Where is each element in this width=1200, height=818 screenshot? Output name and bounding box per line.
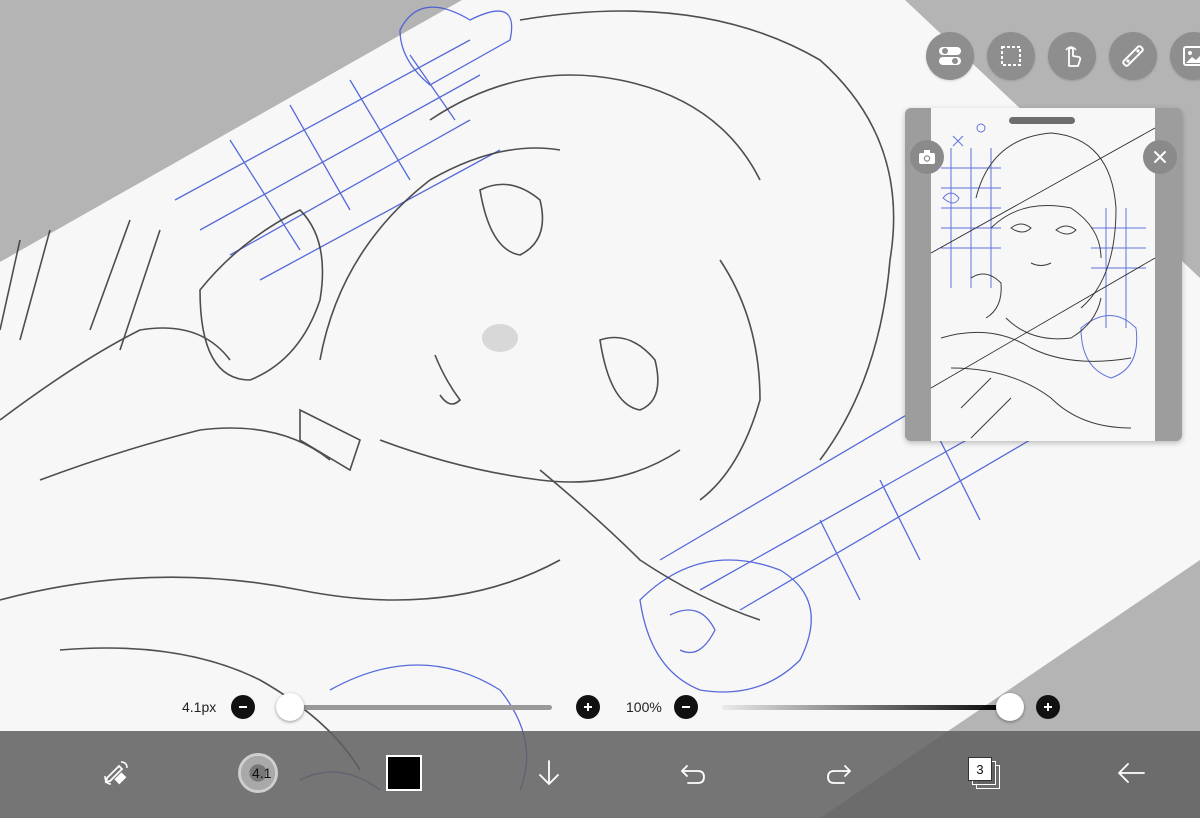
bottom-toolbar: 4.1 3	[0, 731, 1200, 818]
brush-size-slider-knob[interactable]	[276, 693, 305, 721]
ruler-icon	[1122, 45, 1144, 67]
close-icon	[1154, 151, 1166, 163]
drawing-canvas[interactable]: 4.1px 100% 4.1 3	[0, 0, 1200, 818]
layer-count: 3	[968, 757, 992, 781]
brush-preview: 4.1	[238, 753, 278, 793]
minus-icon	[239, 706, 247, 708]
download-button[interactable]	[531, 745, 567, 801]
current-color-swatch	[386, 755, 422, 791]
toggle-icon	[939, 47, 961, 65]
reference-close-button[interactable]	[1143, 140, 1177, 174]
opacity-increase-button[interactable]	[1036, 695, 1060, 719]
reference-drag-handle[interactable]	[1009, 117, 1075, 124]
slider-row: 4.1px 100%	[0, 690, 1200, 724]
hand-icon	[1065, 46, 1082, 67]
opacity-label: 100%	[626, 699, 662, 715]
pen-eraser-switch-button[interactable]	[96, 745, 136, 801]
reference-thumbnail	[931, 123, 1155, 439]
minus-icon	[682, 706, 690, 708]
toggle-button[interactable]	[926, 32, 974, 80]
reference-image-button[interactable]	[1170, 32, 1200, 80]
brush-size-decrease-button[interactable]	[231, 695, 255, 719]
brush-settings-button[interactable]: 4.1	[238, 745, 278, 801]
arrow-down-icon	[539, 760, 559, 785]
brush-size-track[interactable]	[282, 705, 552, 710]
hand-button[interactable]	[1048, 32, 1096, 80]
brush-size-increase-button[interactable]	[576, 695, 600, 719]
arrow-left-icon	[1118, 763, 1145, 783]
reference-camera-button[interactable]	[910, 140, 944, 174]
color-picker-button[interactable]	[386, 745, 422, 801]
brush-size-text: 4.1	[252, 765, 272, 781]
redo-button[interactable]	[821, 745, 857, 801]
pen-eraser-swap-icon	[104, 761, 128, 785]
back-button[interactable]	[1112, 745, 1150, 801]
selection-button[interactable]	[987, 32, 1035, 80]
opacity-track[interactable]	[722, 705, 1010, 710]
brush-size-label: 4.1px	[182, 699, 217, 715]
undo-icon	[681, 765, 705, 784]
selection-icon	[1001, 46, 1021, 66]
opacity-slider-knob[interactable]	[996, 693, 1024, 721]
top-tool-group	[926, 32, 1200, 80]
camera-icon	[919, 150, 935, 164]
redo-icon	[827, 765, 851, 784]
plus-icon	[584, 703, 592, 711]
ruler-button[interactable]	[1109, 32, 1157, 80]
layers-button[interactable]: 3	[966, 745, 1002, 801]
image-icon	[1183, 46, 1200, 66]
opacity-decrease-button[interactable]	[674, 695, 698, 719]
reference-window[interactable]	[905, 108, 1182, 441]
plus-icon	[1044, 703, 1052, 711]
undo-button[interactable]	[675, 745, 711, 801]
reference-preview	[931, 108, 1155, 441]
layers-icon: 3	[968, 757, 1000, 789]
